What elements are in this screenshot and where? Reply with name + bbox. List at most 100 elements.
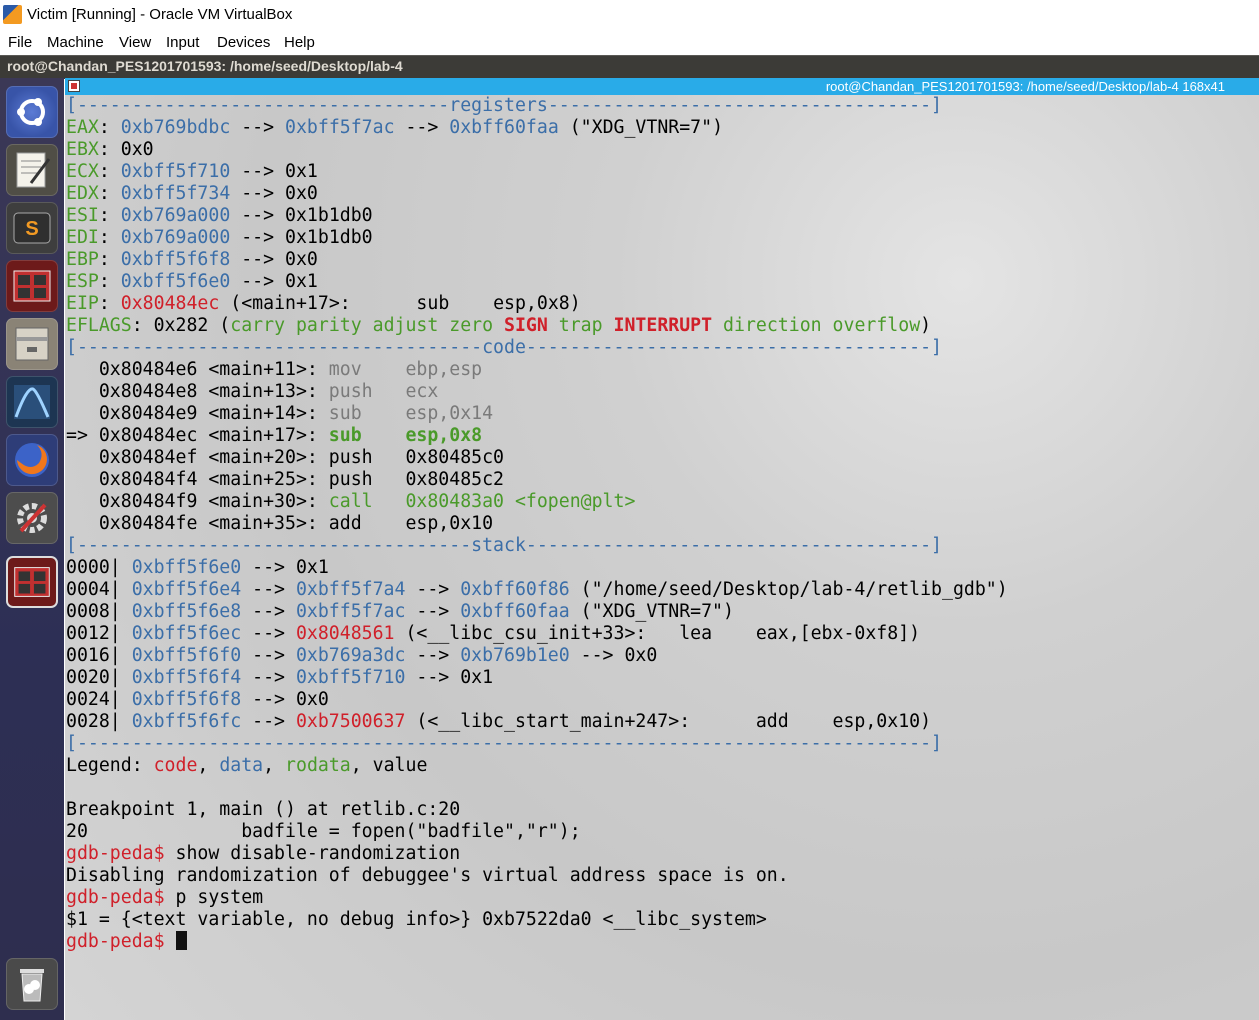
terminal-text-segment: --> xyxy=(241,667,296,688)
terminal-text-segment: $1 = {<text variable, no debug info>} 0x… xyxy=(66,909,767,930)
terminal-text-segment: --> 0x1 xyxy=(230,271,318,292)
terminal-text-segment: EBX xyxy=(66,139,99,160)
terminal-text-segment: [------------------------------------ xyxy=(66,535,472,556)
terminal-text-segment: data xyxy=(219,755,264,776)
menu-devices[interactable]: Devices xyxy=(217,34,270,51)
terminal-line: Legend: code, data, rodata, value xyxy=(66,755,1008,777)
menu-help[interactable]: Help xyxy=(284,34,315,51)
terminal-line: EFLAGS: 0x282 (carry parity adjust zero … xyxy=(66,315,1008,337)
ubuntu-launcher: S xyxy=(0,78,64,1020)
terminal-line: gdb-peda$ xyxy=(66,931,1008,953)
menu-input[interactable]: Input xyxy=(166,34,199,51)
terminal-text-segment: --> 0x1 xyxy=(405,667,494,688)
terminal-text-segment: 0xbff60faa xyxy=(449,117,559,138)
ubuntu-dash-icon[interactable] xyxy=(6,86,58,138)
terminal-line: Disabling randomization of debuggee's vi… xyxy=(66,865,1008,887)
terminal-line: ESI: 0xb769a000 --> 0x1b1db0 xyxy=(66,205,1008,227)
terminal-text-segment: 0x80484ef <main+20>: push 0x80485c0 xyxy=(66,447,504,468)
terminal-text-segment: --> xyxy=(241,601,296,622)
terminal-text-segment: 0xbff5f734 xyxy=(120,183,231,204)
terminal-line: 0004| 0xbff5f6e4 --> 0xbff5f7a4 --> 0xbf… xyxy=(66,579,1008,601)
terminal-text-segment: --> 0x0 xyxy=(241,689,329,710)
terminal-line: EDX: 0xbff5f734 --> 0x0 xyxy=(66,183,1008,205)
terminal-text-segment: 0x80484e9 <main+14>: xyxy=(66,403,329,424)
terminal-text-segment: : xyxy=(98,293,121,314)
terminal-text-segment: --> 0x0 xyxy=(569,645,658,666)
terminal-line: [----------------------------------regis… xyxy=(66,95,1008,117)
terminal-text-segment: gdb-peda$ xyxy=(66,843,165,864)
menu-file[interactable]: File xyxy=(8,34,32,51)
terminal-text-segment: EFLAGS xyxy=(66,315,132,336)
terminal-line: 0x80484fe <main+35>: add esp,0x10 xyxy=(66,513,1008,535)
terminal-text-segment: (<__libc_csu_init+33>: lea eax,[ebx-0xf8… xyxy=(394,623,921,644)
terminal-text-segment: --> xyxy=(394,117,450,138)
terminal-text-segment: push ecx xyxy=(328,381,439,402)
text-editor-icon[interactable] xyxy=(6,144,58,196)
terminal-text-segment: --> 0x1 xyxy=(241,557,329,578)
sublime-text-icon[interactable]: S xyxy=(6,202,58,254)
terminal-text-segment: 0xbff5f710 xyxy=(295,667,406,688)
terminal-text-segment: ) xyxy=(920,315,932,336)
terminal-text-segment: registers xyxy=(449,95,548,116)
terminal-line: 0000| 0xbff5f6e0 --> 0x1 xyxy=(66,557,1008,579)
terminal-line: 0x80484ef <main+20>: push 0x80485c0 xyxy=(66,447,1008,469)
terminal-window-icon[interactable] xyxy=(68,80,80,92)
terminal-text-segment: 0xbff5f6e4 xyxy=(131,579,242,600)
terminal-text-segment: EDX xyxy=(66,183,99,204)
terminal-text-segment: 0xbff5f6f0 xyxy=(131,645,242,666)
terminal-line: [---------------------------------------… xyxy=(66,733,1008,755)
terminal-text-segment: -------------------------------------] xyxy=(525,535,942,556)
terminal-text-segment: 0xb769a3dc xyxy=(295,645,406,666)
terminal-text-segment: 20 badfile = fopen("badfile","r"); xyxy=(66,821,581,842)
terminal-text-segment: 0xbff5f6f8 xyxy=(120,249,231,270)
terminal-text-segment: code xyxy=(482,337,526,358)
terminal-line: 0024| 0xbff5f6f8 --> 0x0 xyxy=(66,689,1008,711)
terminal-text-segment: EDI xyxy=(66,227,99,248)
terminal-line: 0016| 0xbff5f6f0 --> 0xb769a3dc --> 0xb7… xyxy=(66,645,1008,667)
terminal-text-segment: EIP xyxy=(66,293,99,314)
terminal-text-segment: ("XDG_VTNR=7") xyxy=(558,117,724,138)
terminal-text-segment: --> xyxy=(241,711,296,732)
terminal-text-segment: ("XDG_VTNR=7") xyxy=(569,601,734,622)
terminal-line: 0x80484f4 <main+25>: push 0x80485c2 xyxy=(66,469,1008,491)
terminal-text-segment: Breakpoint 1, main () at retlib.c:20 xyxy=(66,799,461,820)
terminal-text-segment: ESP xyxy=(66,271,99,292)
trash-icon[interactable] xyxy=(6,958,58,1010)
terminal-text-segment: EAX xyxy=(66,117,99,138)
terminal-app-icon[interactable] xyxy=(6,260,58,312)
terminal-text-segment: -------------------------------------] xyxy=(525,337,942,358)
terminal-body[interactable]: [----------------------------------regis… xyxy=(65,95,1259,1020)
terminal-text-segment: EBP xyxy=(66,249,99,270)
terminal-text-segment: gdb-peda$ xyxy=(66,931,165,952)
menu-machine[interactable]: Machine xyxy=(47,34,104,51)
terminal-line: EDI: 0xb769a000 --> 0x1b1db0 xyxy=(66,227,1008,249)
terminal-text-segment: 0004| xyxy=(66,579,132,600)
terminal-text-segment: 0xbff5f6f8 xyxy=(131,689,242,710)
terminal-text-segment: 0xbff5f710 xyxy=(120,161,231,182)
terminal-text-segment: --> 0x1b1db0 xyxy=(230,227,373,248)
terminal-text-segment: 0000| xyxy=(66,557,132,578)
file-manager-icon[interactable] xyxy=(6,318,58,370)
terminal-line: gdb-peda$ p system xyxy=(66,887,1008,909)
terminal-text-segment: ECX xyxy=(66,161,99,182)
terminal-text-segment: 0x8048561 xyxy=(295,623,395,644)
wireshark-icon[interactable] xyxy=(6,376,58,428)
terminal-text-segment: show disable-randomization xyxy=(164,843,461,864)
terminal-text-segment: direction overflow xyxy=(712,315,921,336)
terminal-text-segment: --> 0x1 xyxy=(230,161,318,182)
terminal-line: EBP: 0xbff5f6f8 --> 0x0 xyxy=(66,249,1008,271)
terminal-text-segment: : xyxy=(98,271,121,292)
terminal-text-segment: : xyxy=(98,161,121,182)
terminal-text-segment: : 0x0 xyxy=(98,139,154,160)
terminal-text-segment: --> xyxy=(241,623,296,644)
terminal-line: 0020| 0xbff5f6f4 --> 0xbff5f710 --> 0x1 xyxy=(66,667,1008,689)
terminal-text-segment: call 0x80483a0 <fopen@plt> xyxy=(328,491,636,512)
menu-view[interactable]: View xyxy=(119,34,151,51)
terminal-active-icon[interactable] xyxy=(6,556,58,608)
firefox-icon[interactable] xyxy=(6,434,58,486)
terminal-text-segment: 0x80484e8 <main+13>: xyxy=(66,381,329,402)
terminal-text-segment: : xyxy=(98,117,121,138)
terminal-title: root@Chandan_PES1201701593: /home/seed/D… xyxy=(825,79,1225,94)
settings-icon[interactable] xyxy=(6,492,58,544)
terminal-text-segment: 0012| xyxy=(66,623,132,644)
